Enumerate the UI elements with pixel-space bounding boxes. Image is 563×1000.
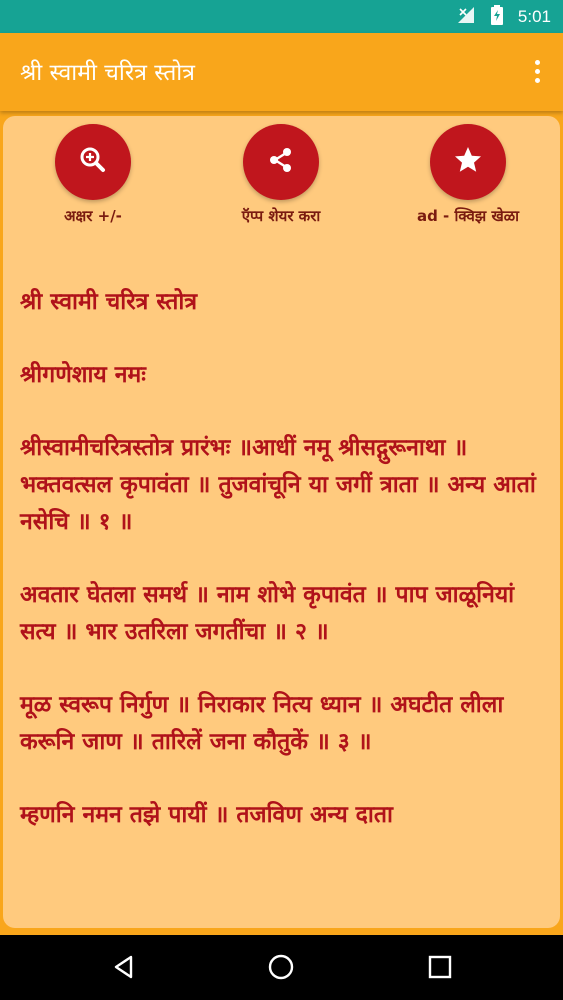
more-vert-icon [534,59,540,65]
stotra-invocation: श्रीगणेशाय नमः [20,362,146,388]
back-button[interactable] [107,952,141,986]
share-icon [266,145,296,179]
navigation-bar [0,935,563,1000]
share-app-label: ऍप्प शेयर करा [241,207,321,225]
battery-charging-icon [490,4,504,29]
home-icon [267,953,295,985]
stotra-verse: मूळ स्वरूप निर्गुण ॥ निराकार नित्य ध्यान… [20,692,504,755]
font-size-label: अक्षर +/- [64,207,122,225]
share-app-button[interactable] [243,124,319,200]
stotra-verse: श्रीस्वामीचरित्रस्तोत्र प्रारंभः ॥आधीं न… [20,435,536,535]
status-bar: 5:01 [0,0,563,33]
home-button[interactable] [264,952,298,986]
font-size-button[interactable] [55,124,131,200]
quiz-label: ad - क्विझ खेळा [416,207,520,225]
back-icon [111,954,137,984]
status-time: 5:01 [517,6,551,26]
star-icon [452,144,484,180]
stotra-verse: अवतार घेतला समर्थ ॥ नाम शोभे कृपावंत ॥ प… [20,582,515,645]
quiz-button[interactable] [430,124,506,200]
more-vert-dot [534,77,540,83]
stotra-text: श्री स्वामी चरित्र स्तोत्र श्रीगणेशाय नम… [20,284,545,870]
font-size-action[interactable]: अक्षर +/- [13,124,173,226]
signal-icon [456,5,476,29]
more-vert-dot [534,68,540,74]
quiz-action[interactable]: ad - क्विझ खेळा [388,124,548,226]
recents-icon [428,955,452,983]
app-bar: श्री स्वामी चरित्र स्तोत्र [0,33,563,111]
stotra-verse: म्हणनि नमन तझे पायीं ॥ तजविण अन्य दाता [20,802,393,828]
share-app-action[interactable]: ऍप्प शेयर करा [201,124,361,226]
stotra-title: श्री स्वामी चरित्र स्तोत्र [20,289,198,315]
app-title: श्री स्वामी चरित्र स्तोत्र [20,60,195,86]
zoom-icon [78,145,108,179]
overflow-menu-button[interactable] [525,55,549,87]
content-card: अक्षर +/- ऍप्प शेयर करा ad - क्विझ खेळा … [3,116,560,928]
recents-button[interactable] [423,952,457,986]
